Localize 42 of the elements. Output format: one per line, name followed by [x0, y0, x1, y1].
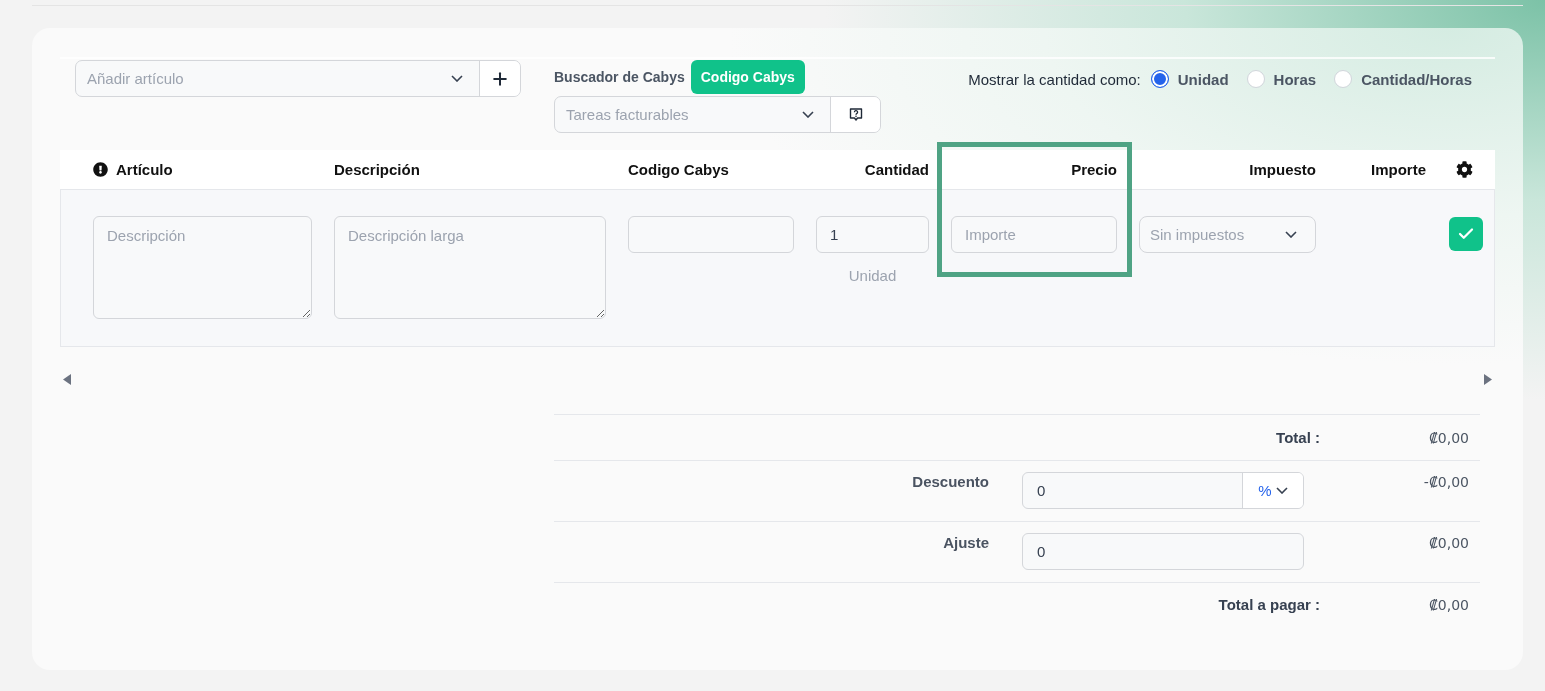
- price-field[interactable]: Importe: [951, 216, 1117, 253]
- chevron-down-icon: [1285, 231, 1297, 238]
- discount-field[interactable]: 0 %: [1022, 472, 1304, 509]
- column-header: Cantidad: [864, 161, 929, 178]
- column-header: Importe: [1371, 161, 1426, 178]
- column-header: Precio: [1071, 161, 1117, 178]
- chevron-down-icon: [802, 111, 814, 118]
- adjustment-amount: ₡0,00: [1428, 535, 1469, 551]
- total-due-label: Total a pagar :: [1218, 596, 1320, 613]
- scroll-right-icon[interactable]: [1483, 373, 1492, 385]
- select-placeholder: Tareas facturables: [566, 106, 689, 123]
- settings-icon[interactable]: [1456, 161, 1473, 178]
- chevron-down-icon: [1275, 487, 1288, 494]
- quantity-field[interactable]: 1: [816, 216, 929, 253]
- radio-label: Horas: [1273, 70, 1317, 88]
- help-button[interactable]: [830, 97, 880, 132]
- description-field[interactable]: Descripción: [93, 216, 312, 319]
- total-value: ₡0,00: [1428, 430, 1469, 446]
- column-header: Artículo: [116, 161, 173, 178]
- discount-label: Descuento: [912, 473, 989, 490]
- quantity-display-label: Mostrar la cantidad como:: [968, 70, 1141, 88]
- help-icon: [847, 106, 864, 123]
- adjustment-label: Ajuste: [943, 534, 989, 551]
- long-description-field[interactable]: Descripción larga: [334, 216, 606, 319]
- radio-label: Unidad: [1177, 70, 1229, 88]
- cabys-code-field[interactable]: [628, 216, 794, 253]
- column-header: Descripción: [334, 161, 420, 178]
- adjustment-field[interactable]: 0: [1022, 533, 1304, 570]
- chevron-down-icon: [451, 75, 463, 82]
- scroll-left-icon[interactable]: [63, 373, 72, 385]
- discount-amount: -₡0,00: [1423, 474, 1469, 490]
- total-label: Total :: [1276, 429, 1320, 446]
- discount-type-select[interactable]: %: [1242, 473, 1303, 508]
- total-due-value: ₡0,00: [1428, 597, 1469, 613]
- cabys-label: Buscador de Cabys: [554, 69, 685, 85]
- quantity-unit: Unidad: [848, 267, 897, 284]
- radio-button[interactable]: [1150, 70, 1169, 88]
- column-header: Codigo Cabys: [628, 161, 729, 178]
- add-button[interactable]: [479, 61, 520, 96]
- select-placeholder: Añadir artículo: [87, 70, 184, 87]
- column-header: Impuesto: [1249, 161, 1316, 178]
- radio-label: Cantidad/Horas: [1361, 70, 1472, 88]
